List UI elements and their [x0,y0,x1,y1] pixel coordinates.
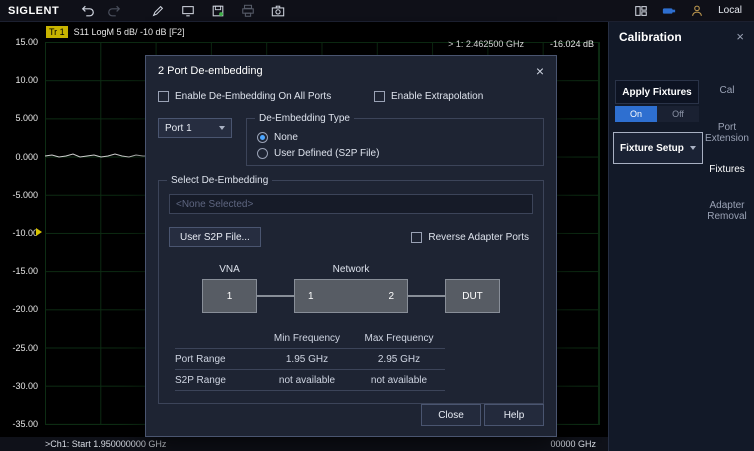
channel-status-bar: >Ch1: Start 1.950000000 GHz 00000 GHz [0,437,608,451]
min-frequency-header: Min Frequency [261,328,353,349]
marker-frequency-readout: > 1: 2.462500 GHz [448,39,524,49]
table-row-label: Port Range [175,349,261,370]
vna-application: SIGLENT [0,0,754,451]
enable-all-ports-label: Enable De-Embedding On All Ports [175,91,331,102]
fixture-setup-dropdown[interactable]: Fixture Setup [613,132,703,164]
diagram-connector [408,295,445,297]
layout-icon[interactable] [630,1,652,21]
sidebar-close-icon[interactable]: × [736,29,744,44]
usb-icon[interactable] [658,1,680,21]
select-group-title: Select De-Embedding [167,175,272,186]
y-axis-label: 15.00 [0,37,38,47]
checkbox-icon [374,91,385,102]
de-embedding-dialog: 2 Port De-embedding × Enable De-Embeddin… [145,55,557,437]
y-axis-label: -30.00 [0,381,38,391]
redo-icon[interactable] [103,1,125,21]
reference-level-marker [36,228,42,236]
s2p-range-min: not available [261,370,353,391]
max-frequency-header: Max Frequency [353,328,445,349]
diagram-connector [257,295,294,297]
sidebar-item-port-extension[interactable]: Port Extension [703,122,751,144]
trace-info: S11 LogM 5 dB/ -10 dB [F2] [74,27,185,37]
network-box: 1 2 [294,279,408,313]
de-embedding-type-group: De-Embedding Type None User Defined (S2P… [246,118,544,166]
camera-icon[interactable] [267,1,289,21]
trace-badge[interactable]: Tr 1 [46,26,68,38]
undo-icon[interactable] [77,1,99,21]
user-icon[interactable] [686,1,708,21]
dialog-title: 2 Port De-embedding [158,65,263,77]
y-axis-label: 5.000 [0,113,38,123]
s2p-file-field[interactable]: <None Selected> [169,194,533,214]
fixtures-on-off-toggle: On Off [615,106,699,122]
siglent-logo: SIGLENT [8,5,59,17]
s11-trace [45,144,146,170]
display-icon[interactable] [177,1,199,21]
annotation-icon[interactable] [147,1,169,21]
dut-box: DUT [445,279,500,313]
y-axis-label: -15.00 [0,266,38,276]
marker-amplitude-readout: -16.024 dB [550,39,594,49]
reverse-adapter-ports-checkbox[interactable]: Reverse Adapter Ports [411,232,529,243]
user-s2p-file-button[interactable]: User S2P File... [169,227,261,247]
network-port-left: 1 [308,291,314,302]
dialog-close-icon[interactable]: × [536,64,544,78]
chevron-down-icon [219,126,225,130]
off-toggle[interactable]: Off [657,106,699,122]
close-button[interactable]: Close [421,404,481,426]
sidebar-item-fixtures[interactable]: Fixtures [703,164,751,175]
table-row-label: S2P Range [175,370,261,391]
dut-label: DUT [462,291,483,302]
select-de-embedding-group: Select De-Embedding <None Selected> User… [158,180,544,404]
network-port-right: 2 [388,291,394,302]
type-option-user-defined[interactable]: User Defined (S2P File) [257,145,533,161]
checkbox-icon [411,232,422,243]
port-selector-value: Port 1 [165,123,192,134]
enable-all-ports-checkbox[interactable]: Enable De-Embedding On All Ports [158,91,374,102]
chevron-down-icon [690,146,696,150]
y-axis-label: 10.00 [0,75,38,85]
vna-port-number: 1 [227,291,233,302]
y-axis-label: -35.00 [0,419,38,429]
enable-extrapolation-checkbox[interactable]: Enable Extrapolation [374,91,483,102]
radio-icon [257,148,268,159]
fixture-setup-label: Fixture Setup [620,143,684,154]
port-range-min: 1.95 GHz [261,349,353,370]
vna-box: 1 [202,279,257,313]
y-axis-label: -5.000 [0,190,38,200]
reverse-adapter-ports-label: Reverse Adapter Ports [428,232,529,243]
top-toolbar: SIGLENT [0,0,754,22]
on-toggle[interactable]: On [615,106,657,122]
type-option-none[interactable]: None [257,129,533,145]
network-diagram-label: Network [333,264,370,279]
apply-fixtures-button[interactable]: Apply Fixtures [615,80,699,104]
vna-diagram-label: VNA [219,264,240,279]
calibration-sidebar: Calibration × Apply Fixtures On Off Fixt… [608,22,754,451]
checkbox-icon [158,91,169,102]
printer-icon[interactable] [237,1,259,21]
sidebar-item-adapter-removal[interactable]: Adapter Removal [703,200,751,222]
sidebar-title: Calibration [619,30,682,44]
type-group-title: De-Embedding Type [255,113,354,124]
radio-selected-icon [257,132,268,143]
save-icon[interactable] [207,1,229,21]
s2p-range-max: not available [353,370,445,391]
enable-extrapolation-label: Enable Extrapolation [391,91,483,102]
y-axis-label: -20.00 [0,304,38,314]
channel-start-frequency: >Ch1: Start 1.950000000 GHz [45,439,166,449]
port-range-max: 2.95 GHz [353,349,445,370]
de-embedding-diagram: VNA 1 Network 1 2 DUT [169,264,533,313]
y-axis-label: 0.000 [0,152,38,162]
y-axis-label: -10.00 [0,228,38,238]
y-axis-label: -25.00 [0,343,38,353]
type-option-user-label: User Defined (S2P File) [274,148,379,159]
port-selector-dropdown[interactable]: Port 1 [158,118,232,138]
frequency-range-table: Min Frequency Max Frequency Port Range 1… [175,328,533,391]
type-option-none-label: None [274,132,298,143]
local-status-label: Local [718,5,742,16]
help-button[interactable]: Help [484,404,544,426]
sidebar-item-cal[interactable]: Cal [703,85,751,96]
table-corner-cell [175,328,261,349]
channel-stop-frequency: 00000 GHz [550,439,596,449]
